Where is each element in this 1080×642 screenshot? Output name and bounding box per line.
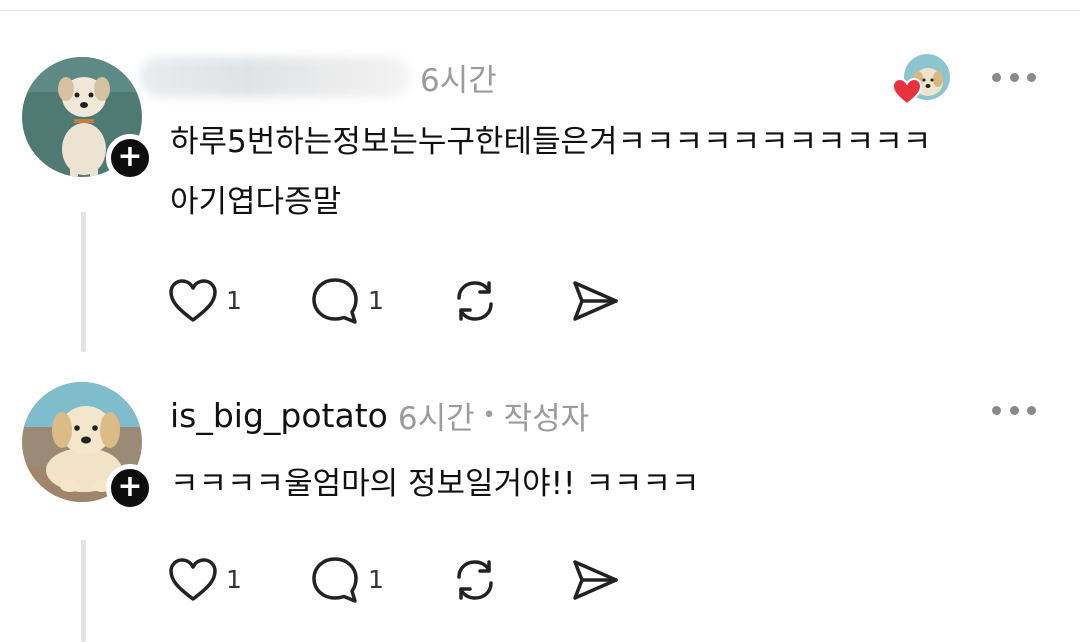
action-bar: 1 1 [168, 550, 630, 610]
reply-count: 1 [368, 286, 384, 315]
share-button[interactable] [570, 271, 630, 331]
plus-icon: + [117, 469, 143, 504]
comment-icon [312, 557, 358, 603]
comment-body: 하루5번하는정보는누구한테들은겨ㅋㅋㅋㅋㅋㅋㅋㅋㅋㅋㅋ 아기엽다증말 [170, 112, 990, 232]
reply-button[interactable]: 1 [310, 550, 450, 610]
repost-icon [457, 281, 493, 321]
comment-icon [312, 278, 358, 324]
more-dots-icon [992, 72, 1001, 82]
comment-header: is_big_potato 6시간 • 작성자 [170, 390, 589, 440]
reply-count: 1 [368, 565, 384, 594]
share-button[interactable] [570, 550, 630, 610]
comment-item: + is_big_potato 6시간 • 작성자 ㅋㅋㅋㅋ울엄마의 정보일거야… [0, 360, 1080, 642]
timestamp: 6시간 [397, 400, 475, 437]
action-bar: 1 1 [168, 271, 630, 331]
comment-item: + 6시간 하루5번하는정보는누구한테들은겨ㅋㅋㅋㅋㅋㅋㅋㅋㅋㅋㅋ 아기엽다증말 [0, 0, 1080, 360]
send-icon [573, 560, 618, 600]
send-icon [573, 281, 618, 321]
more-options-button[interactable] [992, 67, 1036, 87]
liked-by-author [892, 54, 954, 108]
username[interactable]: is_big_potato [170, 396, 388, 435]
username-blurred [140, 57, 410, 97]
comment-body: ㅋㅋㅋㅋ울엄마의 정보일거야!! ㅋㅋㅋㅋ [170, 454, 990, 514]
comment-line: 하루5번하는정보는누구한테들은겨ㅋㅋㅋㅋㅋㅋㅋㅋㅋㅋㅋ [170, 124, 932, 160]
author-tag: 작성자 [503, 400, 590, 437]
repost-button[interactable] [450, 550, 570, 610]
like-button[interactable]: 1 [168, 550, 310, 610]
follow-plus-button[interactable]: + [106, 134, 154, 182]
heart-icon [169, 279, 217, 322]
comment-header: 6시간 [140, 52, 497, 102]
more-options-button[interactable] [992, 400, 1036, 420]
plus-icon: + [117, 139, 143, 174]
follow-plus-button[interactable]: + [106, 464, 154, 512]
repost-icon [457, 560, 493, 600]
heart-icon [169, 558, 217, 601]
heart-filled-icon [892, 78, 922, 106]
comment-line: ㅋㅋㅋㅋ울엄마의 정보일거야!! ㅋㅋㅋㅋ [170, 466, 700, 502]
thread-line [81, 540, 86, 642]
repost-button[interactable] [450, 271, 570, 331]
separator-dot: • [482, 402, 496, 428]
like-button[interactable]: 1 [168, 271, 310, 331]
reply-button[interactable]: 1 [310, 271, 450, 331]
like-count: 1 [226, 565, 242, 594]
timestamp: 6시간 [420, 62, 497, 99]
more-dots-icon [992, 405, 1001, 415]
thread-line [81, 212, 86, 352]
comment-line: 아기엽다증말 [170, 184, 342, 220]
like-count: 1 [226, 286, 242, 315]
